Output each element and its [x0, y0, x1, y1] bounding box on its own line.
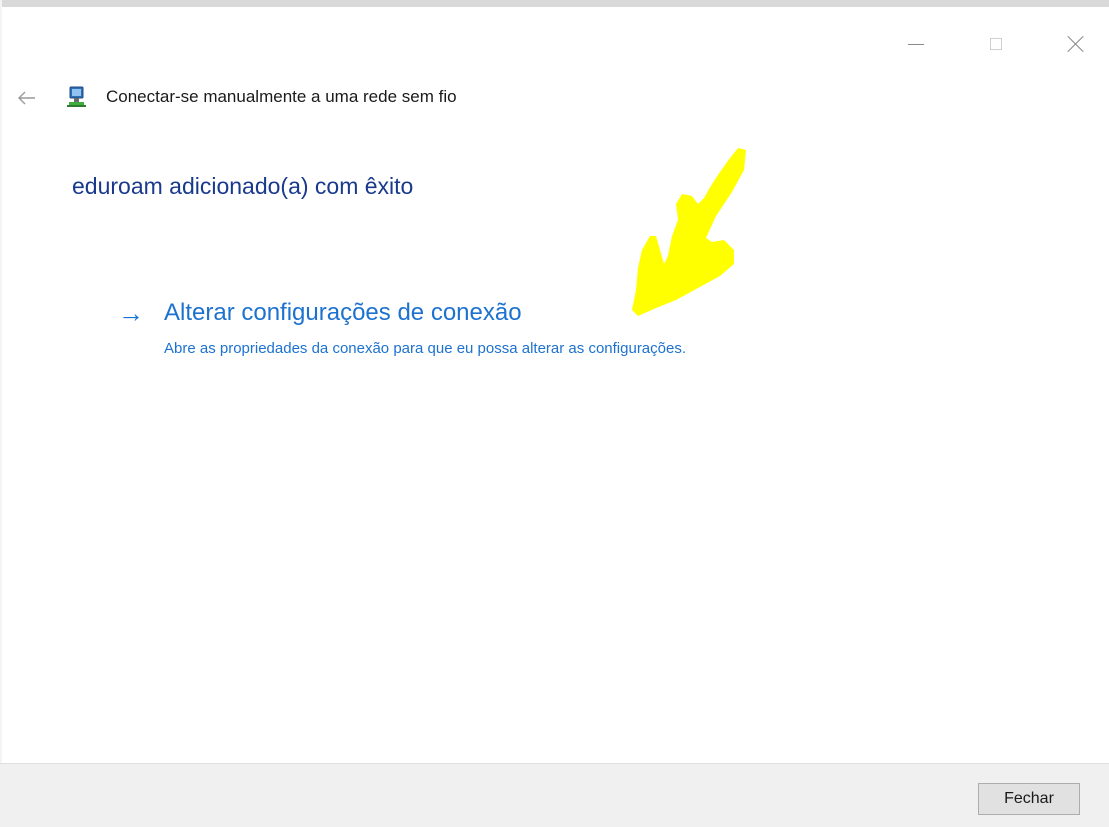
arrow-right-icon: → [118, 298, 144, 328]
title-bar-strip [0, 0, 1109, 16]
network-icon [66, 85, 88, 109]
back-button[interactable] [14, 86, 40, 110]
success-heading: eduroam adicionado(a) com êxito [72, 173, 414, 199]
window-title: Conectar-se manualmente a uma rede sem f… [106, 87, 457, 106]
minimize-button[interactable] [896, 28, 936, 60]
maximize-button[interactable] [976, 28, 1016, 60]
back-arrow-icon [18, 91, 35, 105]
minimize-icon [908, 43, 924, 45]
annotation-arrow-icon [632, 148, 746, 316]
window-left-edge [0, 0, 2, 827]
wizard-window: Conectar-se manualmente a uma rede sem f… [0, 0, 1109, 827]
close-button[interactable]: Fechar [978, 783, 1080, 815]
close-window-button[interactable] [1056, 28, 1096, 60]
command-link-description: Abre as propriedades da conexão para que… [164, 340, 687, 357]
command-link-title: Alterar configurações de conexão [164, 299, 522, 326]
close-icon [1067, 35, 1085, 53]
maximize-icon [990, 38, 1002, 50]
dialog-footer: Fechar [0, 763, 1109, 827]
